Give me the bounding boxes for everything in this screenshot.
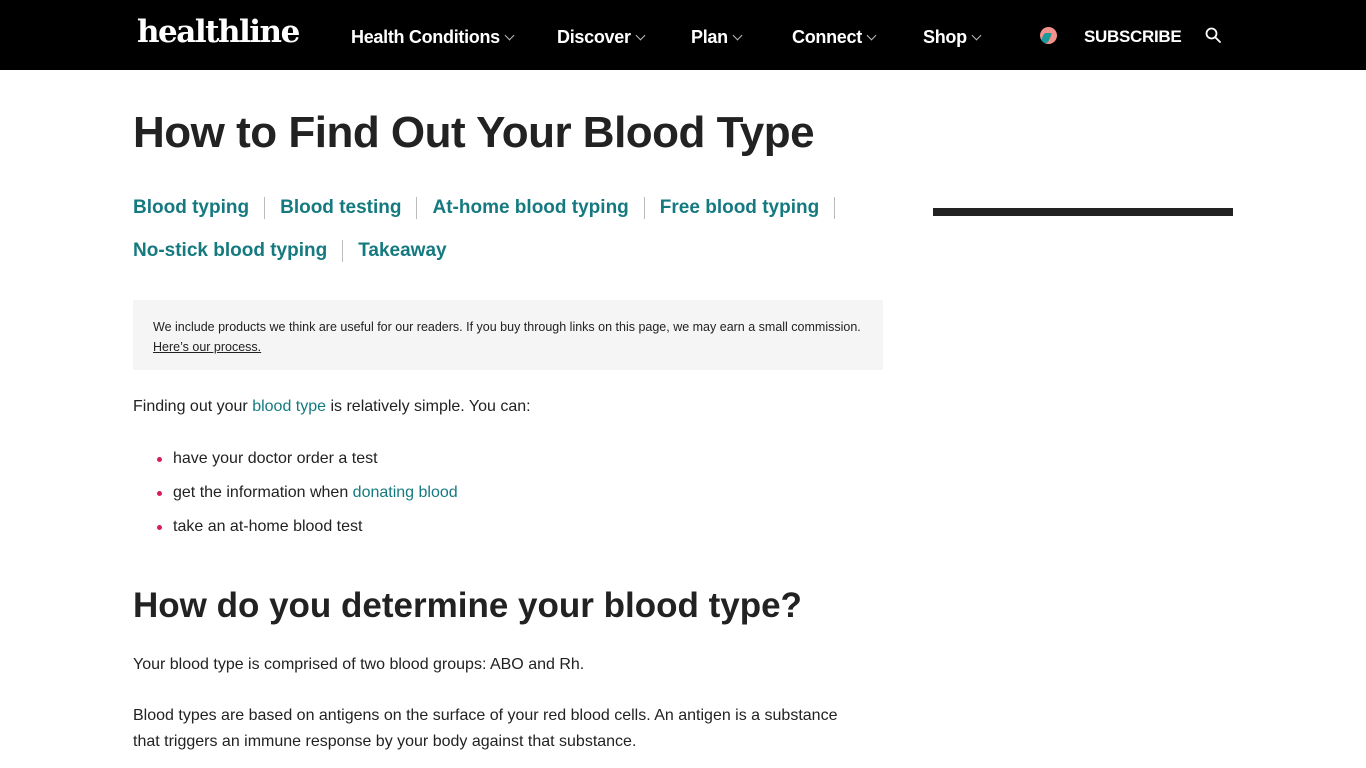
list-item: take an at-home blood test [157, 517, 458, 551]
toc-row: No-stick blood typing Takeaway [133, 239, 873, 263]
list-item: have your doctor order a test [157, 449, 458, 483]
list-item-text: get the information when [173, 484, 353, 501]
bullet-icon [157, 525, 162, 530]
sidebar-divider [933, 208, 1233, 216]
healthline-logo[interactable]: healthline [137, 14, 300, 50]
toc-divider [264, 197, 266, 219]
our-process-link[interactable]: Here’s our process. [153, 340, 261, 354]
blood-type-link[interactable]: blood type [252, 398, 326, 415]
table-of-contents: Blood typing Blood testing At-home blood… [133, 196, 873, 282]
intro-paragraph: Finding out your blood type is relativel… [133, 398, 531, 416]
bullet-icon [157, 491, 162, 496]
toc-link-free-blood-typing[interactable]: Free blood typing [660, 197, 819, 219]
body-paragraph: Your blood type is comprised of two bloo… [133, 656, 585, 673]
article-title: How to Find Out Your Blood Type [133, 108, 815, 157]
nav-plan[interactable]: Plan [691, 27, 743, 48]
toc-link-takeaway[interactable]: Takeaway [358, 240, 446, 262]
site-header: healthline Health Conditions Discover Pl… [0, 0, 1366, 70]
body-paragraph: Blood types are based on antigens on the… [133, 707, 838, 750]
nav-label: Discover [557, 27, 631, 47]
toc-link-at-home-blood-typing[interactable]: At-home blood typing [432, 197, 628, 219]
promo-badge-icon[interactable] [1040, 27, 1057, 44]
chevron-down-icon [866, 30, 877, 40]
list-item-text: have your doctor order a test [173, 450, 378, 467]
list-item-text: take an at-home blood test [173, 518, 363, 535]
toc-divider [834, 197, 836, 219]
nav-discover[interactable]: Discover [557, 27, 646, 48]
toc-link-blood-testing[interactable]: Blood testing [280, 197, 401, 219]
toc-divider [342, 240, 344, 262]
options-list: have your doctor order a test get the in… [157, 449, 458, 551]
toc-link-blood-typing[interactable]: Blood typing [133, 197, 249, 219]
nav-label: Health Conditions [351, 27, 500, 47]
toc-divider [416, 197, 418, 219]
toc-row: Blood typing Blood testing At-home blood… [133, 196, 873, 220]
bullet-icon [157, 457, 162, 462]
toc-link-no-stick-blood-typing[interactable]: No-stick blood typing [133, 240, 327, 262]
chevron-down-icon [635, 30, 646, 40]
chevron-down-icon [732, 30, 743, 40]
affiliate-disclosure: We include products we think are useful … [133, 300, 883, 370]
disclosure-text: We include products we think are useful … [153, 320, 861, 334]
chevron-down-icon [504, 30, 515, 40]
toc-divider [643, 197, 645, 219]
section-heading: How do you determine your blood type? [133, 586, 802, 625]
nav-label: Shop [923, 27, 967, 47]
donating-blood-link[interactable]: donating blood [353, 484, 458, 501]
chevron-down-icon [971, 30, 982, 40]
nav-shop[interactable]: Shop [923, 27, 982, 48]
nav-label: Plan [691, 27, 728, 47]
nav-label: Connect [792, 27, 862, 47]
list-item: get the information when donating blood [157, 483, 458, 517]
nav-health-conditions[interactable]: Health Conditions [351, 27, 515, 48]
subscribe-button[interactable]: SUBSCRIBE [1084, 27, 1182, 47]
search-icon[interactable] [1205, 27, 1221, 43]
intro-text: Finding out your [133, 398, 253, 415]
nav-connect[interactable]: Connect [792, 27, 877, 48]
intro-text: is relatively simple. You can: [326, 398, 531, 415]
